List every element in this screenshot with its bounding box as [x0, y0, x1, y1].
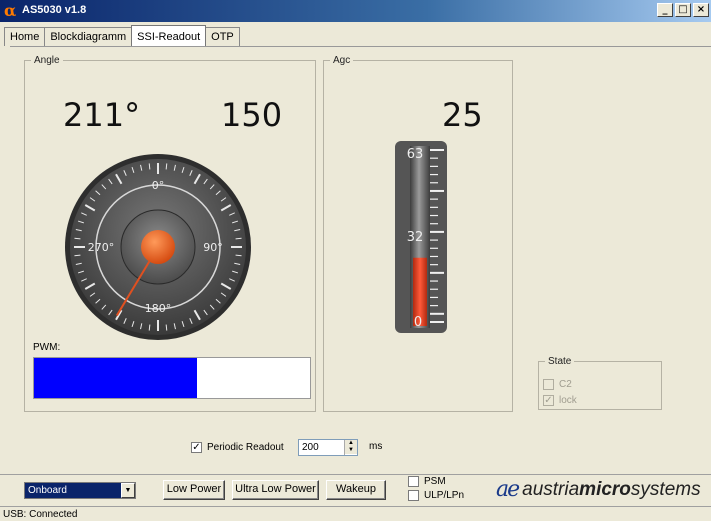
gauge-tick: [235, 237, 242, 240]
interface-select[interactable]: Onboard ▼: [24, 482, 136, 499]
agc-group: Agc 25 63 32 0: [323, 55, 513, 412]
title-bar: α AS5030 v1.8 _ □ ×: [0, 0, 711, 22]
brand-bold: micro: [579, 478, 631, 500]
c2-label: C2: [559, 379, 572, 390]
spin-up-icon[interactable]: ▲: [345, 440, 357, 447]
close-button[interactable]: ×: [693, 3, 709, 17]
lock-checkbox-box: ✓: [543, 395, 554, 406]
agc-group-legend: Agc: [333, 55, 351, 66]
ae-logo-icon: ae: [496, 477, 520, 502]
periodic-readout-label: Periodic Readout: [207, 442, 284, 453]
brand-logo: ae austriamicrosystems: [496, 477, 701, 502]
pwm-bar-fill: [34, 358, 197, 398]
brand-prefix: austria: [522, 478, 580, 500]
psm-label: PSM: [424, 476, 446, 487]
tab-otp[interactable]: OTP: [205, 27, 240, 46]
c2-checkbox-box: [543, 379, 554, 390]
psm-checkbox[interactable]: PSM: [408, 476, 446, 487]
gauge-tick: [165, 163, 168, 170]
interval-unit: ms: [369, 441, 383, 452]
psm-checkbox-box[interactable]: [408, 476, 419, 487]
app-logo-icon: α: [4, 1, 17, 20]
angle-degrees-readout: 211°: [63, 96, 141, 134]
gauge-label-90: 90°: [203, 241, 223, 254]
agc-readout: 25: [442, 96, 483, 134]
gauge-tick: [148, 163, 151, 170]
state-group-legend: State: [548, 356, 572, 367]
ulp-checkbox-box[interactable]: [408, 490, 419, 501]
gauge-tick: [148, 324, 151, 331]
state-group: State C2 ✓ lock: [538, 356, 662, 410]
wakeup-button[interactable]: Wakeup: [326, 480, 386, 500]
interface-select-value: Onboard: [28, 485, 67, 496]
spin-down-icon[interactable]: ▼: [345, 447, 357, 454]
gauge-label-180: 180°: [145, 302, 172, 315]
agc-scale-min: 0: [414, 315, 422, 330]
low-power-button[interactable]: Low Power: [163, 480, 225, 500]
interval-value[interactable]: 200: [302, 442, 319, 453]
tab-ssi-readout[interactable]: SSI-Readout: [131, 25, 207, 46]
ultra-low-power-button[interactable]: Ultra Low Power: [232, 480, 319, 500]
status-bar: USB: Connected: [0, 506, 711, 521]
chevron-down-icon[interactable]: ▼: [121, 483, 135, 498]
periodic-readout-checkbox-box[interactable]: ✓: [191, 442, 202, 453]
pwm-bar: [33, 357, 311, 399]
angle-group: Angle 211° 150 0° 90° 180° 270° PWM:: [24, 55, 316, 412]
tab-home[interactable]: Home: [4, 27, 46, 46]
agc-scale-max: 63: [407, 147, 424, 162]
tab-strip: Home Blockdiagramm SSI-Readout OTP: [4, 25, 240, 47]
c2-checkbox: C2: [543, 379, 572, 390]
gauge-label-0: 0°: [152, 179, 165, 192]
gauge-tick: [165, 324, 168, 331]
window-title: AS5030 v1.8: [22, 4, 87, 16]
ulp-checkbox[interactable]: ULP/LPn: [408, 490, 464, 501]
tab-blockdiagramm[interactable]: Blockdiagramm: [44, 27, 133, 46]
interval-spinner[interactable]: 200 ▲ ▼: [298, 439, 358, 456]
angle-gauge: 0° 90° 180° 270°: [65, 154, 251, 340]
gauge-tick: [74, 254, 81, 257]
gauge-tick: [74, 237, 81, 240]
lock-checkbox: ✓ lock: [543, 395, 577, 406]
maximize-button[interactable]: □: [675, 3, 691, 17]
angle-group-legend: Angle: [34, 55, 60, 66]
interval-spinner-arrows[interactable]: ▲ ▼: [344, 440, 357, 455]
bottom-divider: [0, 474, 711, 475]
ulp-label: ULP/LPn: [424, 490, 465, 501]
gauge-label-270: 270°: [88, 241, 115, 254]
brand-suffix: systems: [630, 478, 701, 500]
agc-scale-mid: 32: [407, 230, 424, 245]
lock-label: lock: [559, 395, 577, 406]
usb-status: USB: Connected: [3, 509, 78, 520]
minimize-button[interactable]: _: [657, 3, 673, 17]
gauge-tick: [235, 254, 242, 257]
angle-raw-readout: 150: [221, 96, 283, 134]
agc-gauge: 63 32 0: [395, 141, 447, 333]
periodic-readout-checkbox[interactable]: ✓ Periodic Readout: [191, 442, 284, 453]
pwm-label: PWM:: [33, 342, 61, 353]
gauge-hub: [141, 230, 175, 264]
brand-name: austriamicrosystems: [522, 479, 700, 501]
